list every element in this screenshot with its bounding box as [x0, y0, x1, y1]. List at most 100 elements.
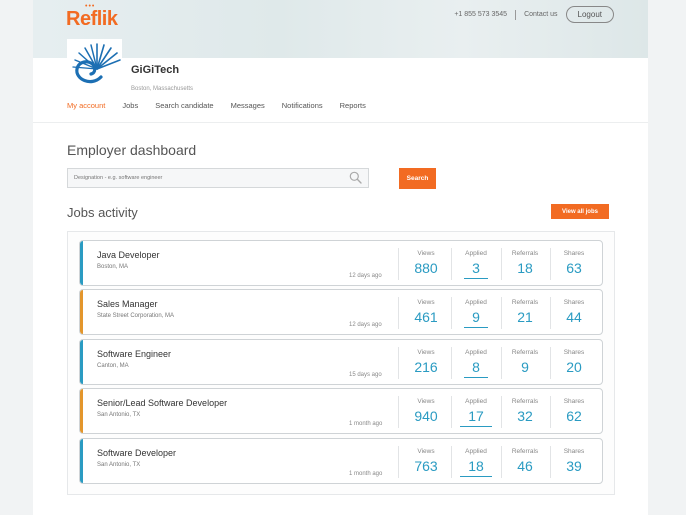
shares-count: 20	[566, 359, 582, 375]
shares-count: 63	[566, 260, 582, 276]
views-label: Views	[417, 349, 435, 356]
shares-stat: Shares 44	[550, 290, 598, 334]
nav-my-account[interactable]: My account	[67, 101, 105, 110]
nav-notifications[interactable]: Notifications	[282, 101, 323, 110]
job-location: San Antonio, TX	[97, 462, 141, 468]
job-title[interactable]: Software Engineer	[97, 349, 171, 359]
search-input[interactable]	[67, 168, 369, 188]
views-count: 763	[414, 458, 438, 474]
shares-label: Shares	[563, 448, 585, 455]
job-card[interactable]: Senior/Lead Software Developer San Anton…	[79, 388, 603, 434]
contact-us-link[interactable]: Contact us	[524, 11, 557, 18]
applied-stat[interactable]: Applied 18	[452, 439, 500, 483]
logout-button[interactable]: Logout	[565, 6, 614, 23]
referrals-label: Referrals	[511, 398, 539, 405]
views-label: Views	[417, 448, 435, 455]
nav-divider	[33, 122, 648, 123]
job-location: Canton, MA	[97, 363, 129, 369]
applied-stat[interactable]: Applied 3	[452, 241, 500, 285]
job-card[interactable]: Sales Manager State Street Corporation, …	[79, 289, 603, 335]
job-location: San Antonio, TX	[97, 412, 141, 418]
job-posted-ago: 15 days ago	[349, 372, 382, 378]
job-title[interactable]: Java Developer	[97, 250, 160, 260]
shares-label: Shares	[563, 250, 585, 257]
divider	[398, 248, 399, 280]
views-label: Views	[417, 250, 435, 257]
job-title[interactable]: Sales Manager	[97, 299, 158, 309]
referrals-label: Referrals	[511, 250, 539, 257]
referrals-stat: Referrals 46	[501, 439, 549, 483]
views-stat: Views 461	[402, 290, 450, 334]
job-card[interactable]: Java Developer Boston, MA 12 days ago Vi…	[79, 240, 603, 286]
referrals-label: Referrals	[511, 448, 539, 455]
views-stat: Views 880	[402, 241, 450, 285]
divider	[515, 9, 517, 20]
shares-stat: Shares 39	[550, 439, 598, 483]
applied-count[interactable]: 18	[460, 458, 492, 477]
logo-dots-icon: •••	[85, 3, 96, 10]
nav-search-candidate[interactable]: Search candidate	[155, 101, 213, 110]
job-card[interactable]: Software Developer San Antonio, TX 1 mon…	[79, 438, 603, 484]
applied-stat[interactable]: Applied 8	[452, 340, 500, 384]
job-accent	[80, 241, 83, 285]
nav-jobs[interactable]: Jobs	[122, 101, 138, 110]
job-location: State Street Corporation, MA	[97, 313, 175, 319]
search-button[interactable]: Search	[399, 168, 436, 189]
applied-stat[interactable]: Applied 9	[452, 290, 500, 334]
main-nav: My account Jobs Search candidate Message…	[67, 101, 383, 110]
applied-count[interactable]: 3	[464, 260, 488, 279]
views-count: 461	[414, 309, 438, 325]
search-icon[interactable]	[349, 171, 362, 184]
views-stat: Views 763	[402, 439, 450, 483]
job-posted-ago: 12 days ago	[349, 322, 382, 328]
applied-label: Applied	[465, 398, 487, 405]
referrals-stat: Referrals 32	[501, 389, 549, 433]
views-count: 940	[414, 408, 438, 424]
top-links: +1 855 573 3545 Contact us Logout	[454, 6, 614, 23]
job-accent	[80, 389, 83, 433]
job-posted-ago: 1 month ago	[349, 421, 383, 427]
nav-messages[interactable]: Messages	[231, 101, 265, 110]
referrals-count: 9	[521, 359, 529, 375]
view-all-jobs-button[interactable]: View all jobs	[551, 204, 609, 219]
referrals-label: Referrals	[511, 299, 539, 306]
company-logo-icon	[67, 39, 122, 94]
divider	[398, 347, 399, 379]
shares-label: Shares	[563, 398, 585, 405]
shares-count: 62	[566, 408, 582, 424]
referrals-count: 32	[517, 408, 533, 424]
job-card[interactable]: Software Engineer Canton, MA 15 days ago…	[79, 339, 603, 385]
company-location: Boston, Massachusetts	[131, 86, 194, 92]
applied-label: Applied	[465, 250, 487, 257]
shares-stat: Shares 62	[550, 389, 598, 433]
applied-label: Applied	[465, 299, 487, 306]
shares-label: Shares	[563, 349, 585, 356]
views-stat: Views 940	[402, 389, 450, 433]
job-title[interactable]: Software Developer	[97, 448, 176, 458]
applied-count[interactable]: 8	[464, 359, 488, 378]
page-title: Employer dashboard	[67, 142, 197, 158]
nav-reports[interactable]: Reports	[340, 101, 366, 110]
reflik-logo[interactable]: Reflik	[66, 8, 118, 31]
applied-stat[interactable]: Applied 17	[452, 389, 500, 433]
referrals-count: 21	[517, 309, 533, 325]
referrals-count: 18	[517, 260, 533, 276]
phone-number: +1 855 573 3545	[454, 11, 508, 18]
divider	[398, 396, 399, 428]
views-label: Views	[417, 398, 435, 405]
shares-stat: Shares 63	[550, 241, 598, 285]
job-title[interactable]: Senior/Lead Software Developer	[97, 398, 227, 408]
divider	[398, 446, 399, 478]
referrals-stat: Referrals 21	[501, 290, 549, 334]
job-posted-ago: 1 month ago	[349, 471, 383, 477]
referrals-stat: Referrals 9	[501, 340, 549, 384]
jobs-activity-title: Jobs activity	[67, 205, 138, 220]
applied-count[interactable]: 17	[460, 408, 492, 427]
applied-label: Applied	[465, 448, 487, 455]
company-name: GiGiTech	[131, 64, 180, 76]
shares-stat: Shares 20	[550, 340, 598, 384]
views-count: 880	[414, 260, 438, 276]
jobs-panel: Java Developer Boston, MA 12 days ago Vi…	[67, 231, 615, 495]
applied-count[interactable]: 9	[464, 309, 488, 328]
views-count: 216	[414, 359, 438, 375]
